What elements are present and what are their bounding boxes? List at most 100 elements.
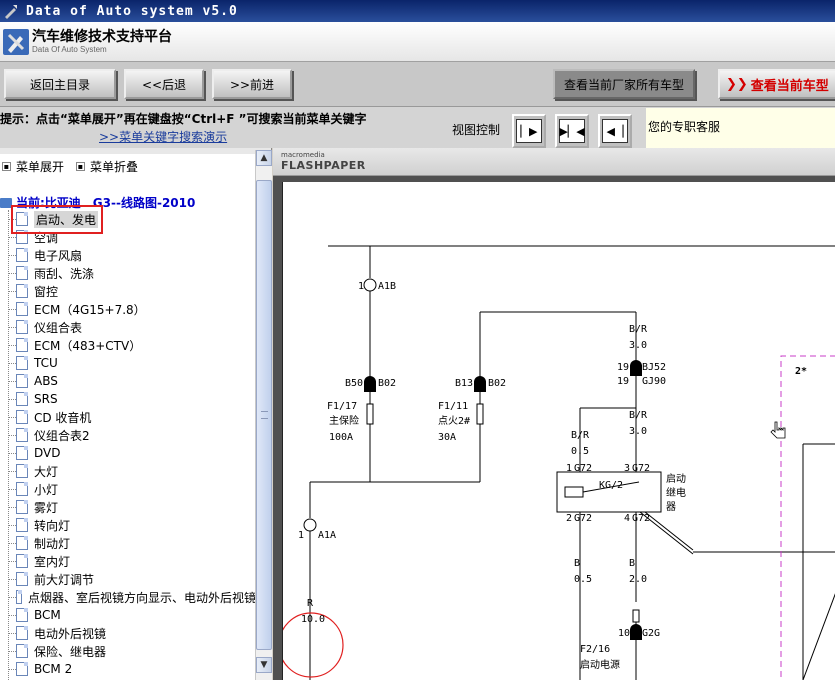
tree-item[interactable]: 室内灯 [8, 552, 256, 570]
tree-item[interactable]: 制动灯 [8, 534, 256, 552]
all-models-button[interactable]: 查看当前厂家所有车型 [553, 69, 695, 99]
label-g72-pin3: 3 [624, 463, 630, 474]
tree-connector-line [8, 345, 16, 346]
tree-item-label: 窗控 [34, 284, 59, 299]
label-g72-pin4: 4 [624, 513, 630, 524]
app-header: 汽车维修技术支持平台 Data Of Auto System [0, 22, 835, 62]
scroll-thumb[interactable] [256, 180, 272, 650]
tree-item[interactable]: BCM [8, 606, 256, 624]
tools-logo-icon [3, 28, 29, 55]
tree-item[interactable]: 保险、继电器 [8, 642, 256, 660]
tree-connector-line [8, 489, 16, 490]
tree-item[interactable]: 雾灯 [8, 498, 256, 516]
back-button[interactable]: <<后退 [124, 69, 204, 99]
document-icon [16, 248, 28, 262]
tree-item[interactable]: 仪组合表 [8, 318, 256, 336]
scroll-down-arrow-icon[interactable]: ▼ [256, 657, 272, 673]
label-f111-name: 点火2# [438, 415, 470, 427]
tree-item-label: 点烟器、室后视镜方向显示、电动外后视镜 [27, 590, 256, 605]
grip-icon [261, 411, 268, 419]
label-br2-val: 3.0 [629, 426, 647, 437]
label-br1-val: 3.0 [629, 340, 647, 351]
document-icon [16, 554, 28, 568]
tree-item[interactable]: ECM（483+CTV） [8, 336, 256, 354]
label-a1b: A1B [378, 281, 396, 292]
arrow-left-bar-icon: ◀▕ [602, 119, 628, 143]
label-r: R [307, 598, 314, 609]
label-b-a-val: 0.5 [574, 574, 592, 585]
tree-item[interactable]: ABS [8, 372, 256, 390]
view-split-button[interactable]: ▶▏◀ [555, 114, 589, 148]
search-demo-link[interactable]: >>菜单关键字搜索演示 [99, 128, 227, 145]
document-icon [16, 482, 28, 496]
tree-item[interactable]: 转向灯 [8, 516, 256, 534]
tree-connector-line [8, 525, 16, 526]
tree-item[interactable]: 仪组合表2 [8, 426, 256, 444]
tree-connector-line [8, 651, 16, 652]
current-model-button[interactable]: ❯❯ 查看当前车型 [718, 69, 835, 99]
scroll-up-arrow-icon[interactable]: ▲ [256, 150, 272, 166]
tree-item-label: 电子风扇 [34, 248, 83, 263]
tree-item[interactable]: 点烟器、室后视镜方向显示、电动外后视镜 [8, 588, 256, 606]
home-button[interactable]: 返回主目录 [4, 69, 116, 99]
tree-item-label: 仪组合表 [34, 320, 83, 335]
tree-item[interactable]: 电动外后视镜 [8, 624, 256, 642]
tree-connector-line [8, 561, 16, 562]
document-icon [16, 302, 28, 316]
tree-connector-line [8, 633, 16, 634]
tree-item-label: 小灯 [34, 482, 59, 497]
label-f111: F1/11 [438, 401, 468, 412]
tree-item[interactable]: CD 收音机 [8, 408, 256, 426]
label-br2: B/R [629, 410, 648, 421]
tree-connector-line [8, 255, 16, 256]
collapse-menu-button[interactable]: ▪ 菜单折叠 [76, 158, 138, 175]
tree-item[interactable]: 窗控 [8, 282, 256, 300]
tree-item[interactable]: ECM（4G15+7.8） [8, 300, 256, 318]
document-icon [16, 500, 28, 514]
document-icon [16, 410, 28, 424]
label-f117-amp: 100A [329, 432, 353, 443]
tree-connector-line [8, 435, 16, 436]
tree-item[interactable]: BCM 2 [8, 660, 256, 678]
customer-service-label[interactable]: 您的专职客服 [646, 108, 835, 148]
tree-item[interactable]: 电子风扇 [8, 246, 256, 264]
tree-item[interactable]: 大灯 [8, 462, 256, 480]
hand-cursor-icon [770, 421, 786, 439]
tree-item[interactable]: 雨刮、洗涤 [8, 264, 256, 282]
label-b02a: B02 [378, 378, 396, 389]
expand-menu-button[interactable]: ▪ 菜单展开 [2, 158, 64, 175]
tree-item[interactable]: 前大灯调节 [8, 570, 256, 588]
tree-item[interactable]: 小灯 [8, 480, 256, 498]
document-icon [16, 608, 28, 622]
split-arrows-icon: ▶▏◀ [559, 119, 585, 143]
expand-box-icon: ▪ [2, 162, 11, 171]
platform-subtitle: Data Of Auto System [32, 44, 107, 54]
document-icon [16, 644, 28, 658]
tree-connector-line [8, 363, 16, 364]
label-g72-d: G72 [632, 513, 650, 524]
tree-connector-line [8, 327, 16, 328]
tree-item[interactable]: TCU [8, 354, 256, 372]
document-icon [16, 338, 28, 352]
label-f117: F1/17 [327, 401, 357, 412]
tree-connector-line [8, 615, 16, 616]
label-g72-pin1: 1 [566, 463, 572, 474]
view-expand-left-button[interactable]: ◀▕ [598, 114, 632, 148]
tree-item[interactable]: DVD [8, 444, 256, 462]
label-kg2: KG/2 [599, 480, 623, 491]
document-icon [16, 464, 28, 478]
label-g72-pin2: 2 [566, 513, 572, 524]
tree-item[interactable]: SRS [8, 390, 256, 408]
schematic-page[interactable]: 1 A1B B50 B02 F1/17 主保险 100A B13 B02 F1/… [282, 182, 835, 680]
flashpaper-logo: macromedia FLASHPAPER [281, 151, 377, 173]
tree-item-label: 大灯 [34, 464, 59, 479]
arrow-right-bar-icon: ▏▶ [516, 119, 542, 143]
label-b13: B13 [455, 378, 473, 389]
view-expand-right-button[interactable]: ▏▶ [512, 114, 546, 148]
tree-connector-line [8, 381, 16, 382]
forward-button[interactable]: >>前进 [212, 69, 292, 99]
tree-scrollbar[interactable]: ▲ ▼ [255, 150, 272, 680]
tree-item-label: ABS [34, 374, 58, 388]
document-icon [16, 518, 28, 532]
flashpaper-brand: FLASHPAPER [281, 159, 366, 172]
